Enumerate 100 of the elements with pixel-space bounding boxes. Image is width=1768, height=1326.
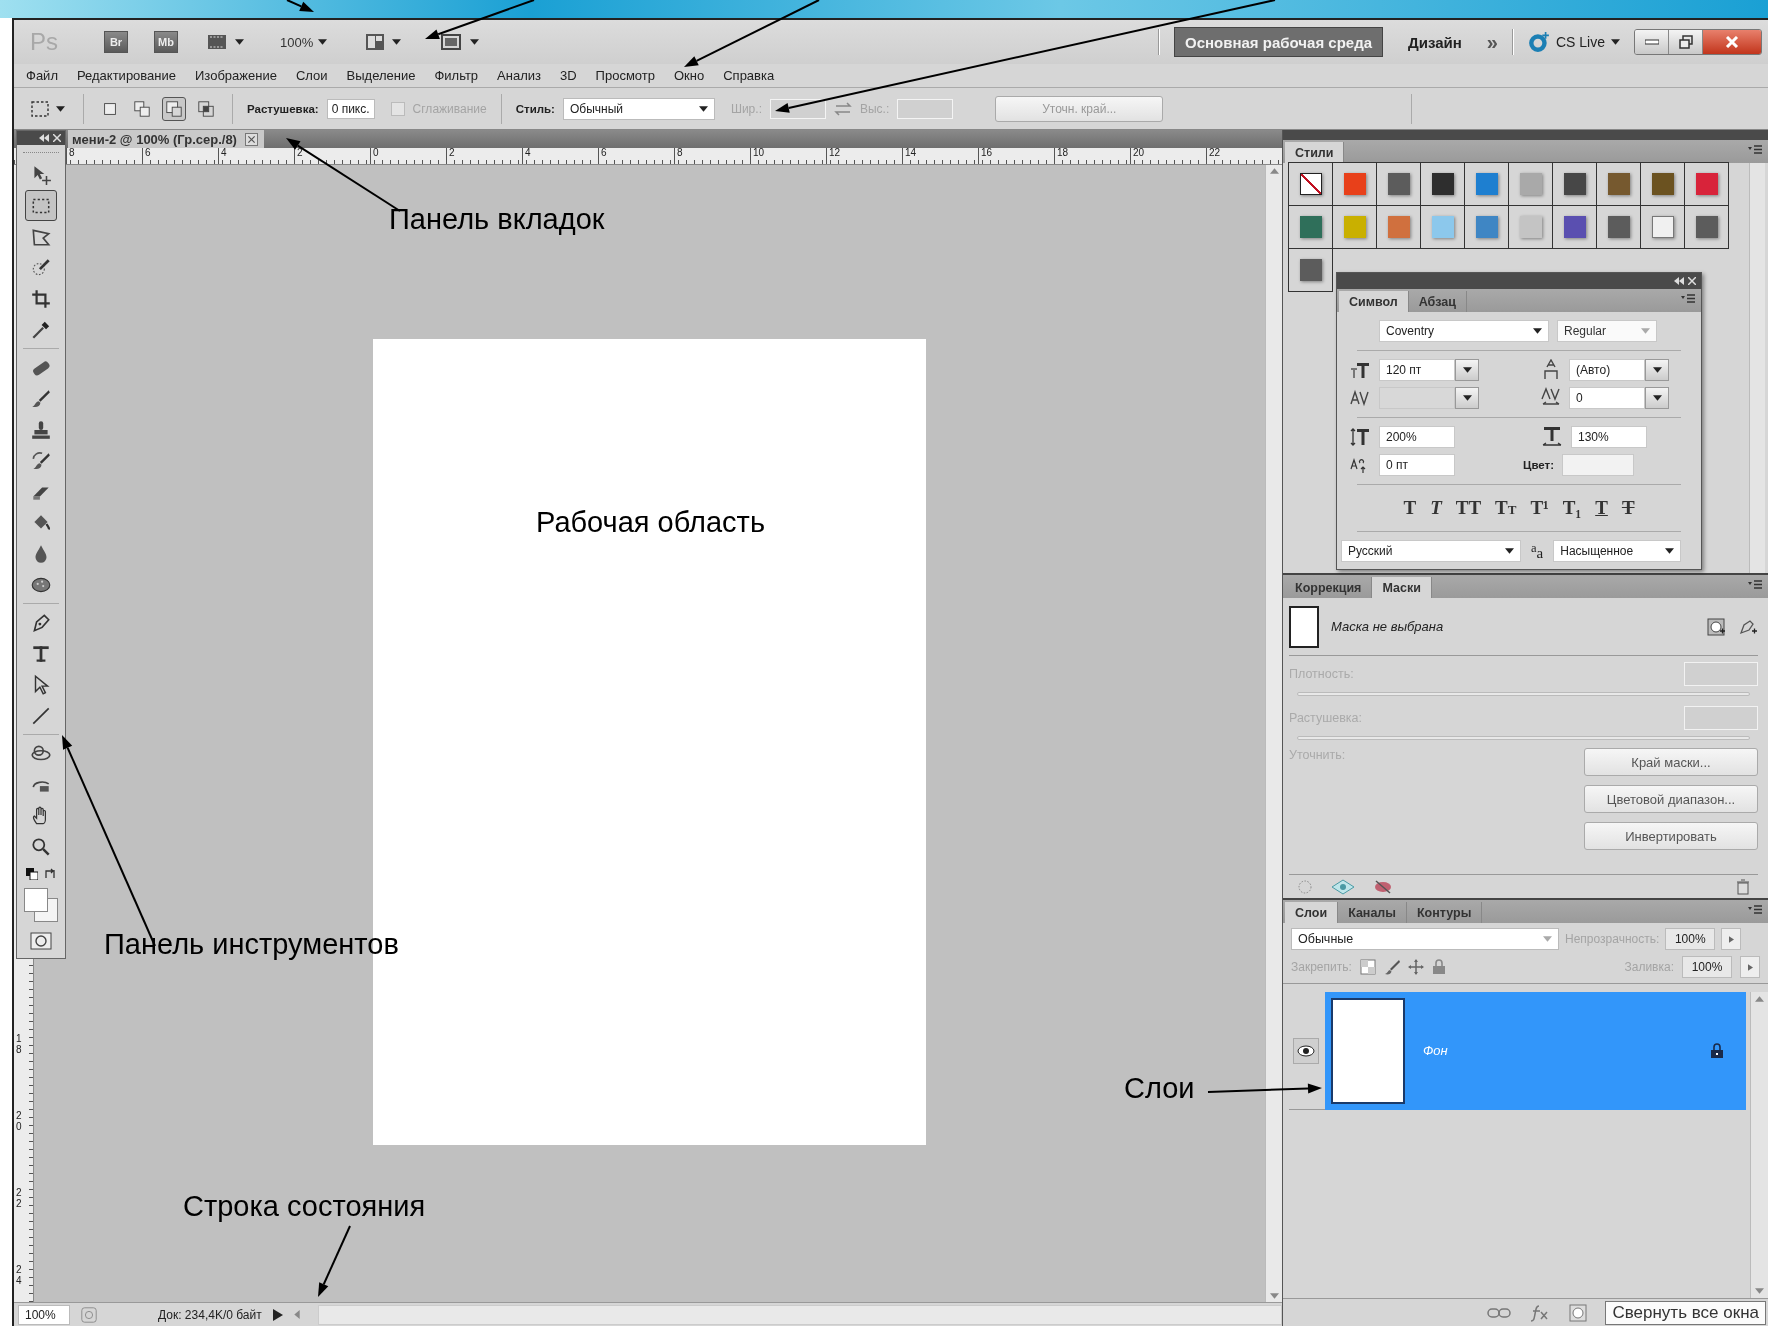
checker-square-icon[interactable] (1359, 959, 1376, 975)
restore-button[interactable] (1669, 30, 1703, 54)
type-style-button[interactable]: T (1403, 497, 1417, 519)
style-swatch[interactable] (1387, 173, 1410, 195)
style-swatch[interactable] (1651, 216, 1674, 238)
density-field[interactable] (1684, 662, 1758, 686)
default-colors-icon[interactable] (26, 868, 38, 880)
panel-tab[interactable]: Символ (1339, 291, 1409, 312)
leading-field[interactable]: (Авто) (1569, 359, 1645, 381)
tracking-field[interactable]: 0 (1569, 387, 1645, 409)
style-swatch[interactable] (1299, 173, 1322, 195)
panel-menu-icon[interactable] (1748, 905, 1762, 915)
close-button[interactable] (1703, 30, 1761, 54)
panel-tab[interactable]: Каналы (1338, 902, 1407, 923)
mask-action-button[interactable]: Край маски... (1584, 748, 1758, 776)
close-icon[interactable] (1688, 277, 1696, 285)
style-swatch[interactable] (1299, 259, 1322, 281)
text-color-swatch[interactable] (1562, 454, 1635, 476)
vertical-scale-field[interactable]: 200% (1379, 426, 1455, 448)
style-swatch[interactable] (1475, 173, 1498, 195)
panel-tab[interactable]: Слои (1285, 902, 1339, 923)
menu-item[interactable]: Слои (295, 68, 328, 83)
panel-tab[interactable]: Стили (1285, 142, 1345, 163)
visibility-toggle[interactable] (1293, 1037, 1319, 1064)
bridge-button[interactable]: Br (104, 31, 128, 53)
style-swatch[interactable] (1651, 173, 1674, 195)
style-swatch[interactable] (1607, 216, 1630, 238)
trash-icon[interactable] (1736, 878, 1750, 895)
style-swatch[interactable] (1387, 216, 1410, 238)
selection-mode-button[interactable] (162, 96, 186, 121)
scrollbar[interactable] (1265, 165, 1282, 1302)
document-tab[interactable]: мени-2 @ 100% (Гр.сер./8) (68, 130, 264, 148)
feather-field[interactable]: 0 пикс. (326, 98, 375, 119)
style-swatch[interactable] (1607, 173, 1630, 195)
quick-mask-icon[interactable] (30, 932, 52, 950)
panel-menu-icon[interactable] (1748, 580, 1762, 590)
collapse-icon[interactable] (39, 134, 49, 142)
menu-item[interactable]: Фильтр (434, 68, 479, 83)
panel-tab[interactable]: Контуры (1407, 902, 1483, 923)
style-swatch[interactable] (1563, 216, 1586, 238)
scroll-down-icon[interactable] (1269, 1293, 1279, 1299)
feather-field[interactable] (1684, 706, 1758, 730)
link-icon[interactable] (1487, 1305, 1511, 1320)
height-field[interactable] (897, 98, 954, 119)
caret-icon[interactable] (1462, 367, 1472, 373)
scroll-up-icon[interactable] (1269, 168, 1279, 174)
swap-colors-icon[interactable] (44, 868, 56, 880)
scrollbar[interactable] (317, 1304, 1282, 1325)
caret-icon[interactable] (392, 39, 402, 45)
panel-menu-icon[interactable] (1748, 145, 1762, 155)
opacity-slider-button[interactable] (1721, 928, 1742, 950)
scrollbar[interactable] (1750, 992, 1768, 1298)
style-swatch[interactable] (1695, 216, 1718, 238)
language-dropdown[interactable]: Русский (1341, 540, 1521, 562)
mini-bridge-button[interactable]: Mb (154, 31, 178, 53)
style-swatch[interactable] (1343, 173, 1366, 195)
style-swatch[interactable] (1519, 173, 1542, 195)
layer-mask-icon[interactable] (1569, 1303, 1587, 1322)
style-swatch[interactable] (1695, 173, 1718, 195)
mask-action-button[interactable]: Цветовой диапазон... (1584, 785, 1758, 813)
caret-icon[interactable] (1652, 367, 1662, 373)
menu-item[interactable]: Редактирование (76, 68, 176, 83)
zoom-level[interactable]: 100% (280, 34, 314, 50)
font-style-dropdown[interactable]: Regular (1557, 320, 1657, 342)
style-swatch[interactable] (1431, 216, 1454, 238)
scrollbar[interactable] (1749, 163, 1765, 573)
scroll-down-icon[interactable] (1755, 1288, 1764, 1294)
type-style-button[interactable]: T (1430, 497, 1442, 519)
type-style-button[interactable]: T₁ (1562, 497, 1582, 519)
caret-icon[interactable] (1652, 395, 1662, 401)
scroll-up-icon[interactable] (1755, 996, 1764, 1002)
style-swatch[interactable] (1299, 216, 1322, 238)
more-workspaces-button[interactable]: » (1486, 30, 1498, 54)
menu-item[interactable]: Анализ (497, 68, 541, 83)
style-dropdown[interactable]: Обычный (562, 97, 715, 120)
style-swatch[interactable] (1475, 216, 1498, 238)
type-style-button[interactable]: T (1621, 497, 1635, 519)
style-swatch[interactable] (1519, 216, 1542, 238)
menu-item[interactable]: Изображение (195, 68, 277, 83)
menu-item[interactable]: 3D (560, 68, 577, 83)
fx-icon[interactable] (1529, 1303, 1551, 1322)
menu-item[interactable]: Выделение (346, 68, 416, 83)
type-style-button[interactable]: T (1595, 497, 1608, 519)
zoom-field[interactable]: 100% (18, 1304, 70, 1325)
caret-icon[interactable] (318, 39, 328, 45)
menu-item[interactable]: Просмотр (595, 68, 655, 83)
brush-icon[interactable] (1383, 959, 1400, 975)
mask-action-button[interactable]: Инвертировать (1584, 822, 1758, 850)
opacity-field[interactable]: 100% (1665, 928, 1716, 950)
panel-tab[interactable]: Маски (1372, 577, 1432, 598)
type-style-button[interactable]: T¹ (1530, 497, 1549, 519)
pixel-mask-icon[interactable] (1706, 616, 1726, 637)
kerning-field[interactable] (1379, 387, 1455, 409)
panel-tab[interactable]: Абзац (1408, 291, 1467, 312)
move-cross-icon[interactable] (1407, 959, 1424, 975)
play-arrow-icon[interactable] (271, 1308, 284, 1321)
workspace-button[interactable]: Основная рабочая среда (1174, 27, 1384, 57)
collapse-icon[interactable] (1674, 277, 1684, 285)
blend-mode-dropdown[interactable]: Обычные (1291, 928, 1559, 950)
baseline-shift-field[interactable]: 0 пт (1379, 454, 1455, 476)
